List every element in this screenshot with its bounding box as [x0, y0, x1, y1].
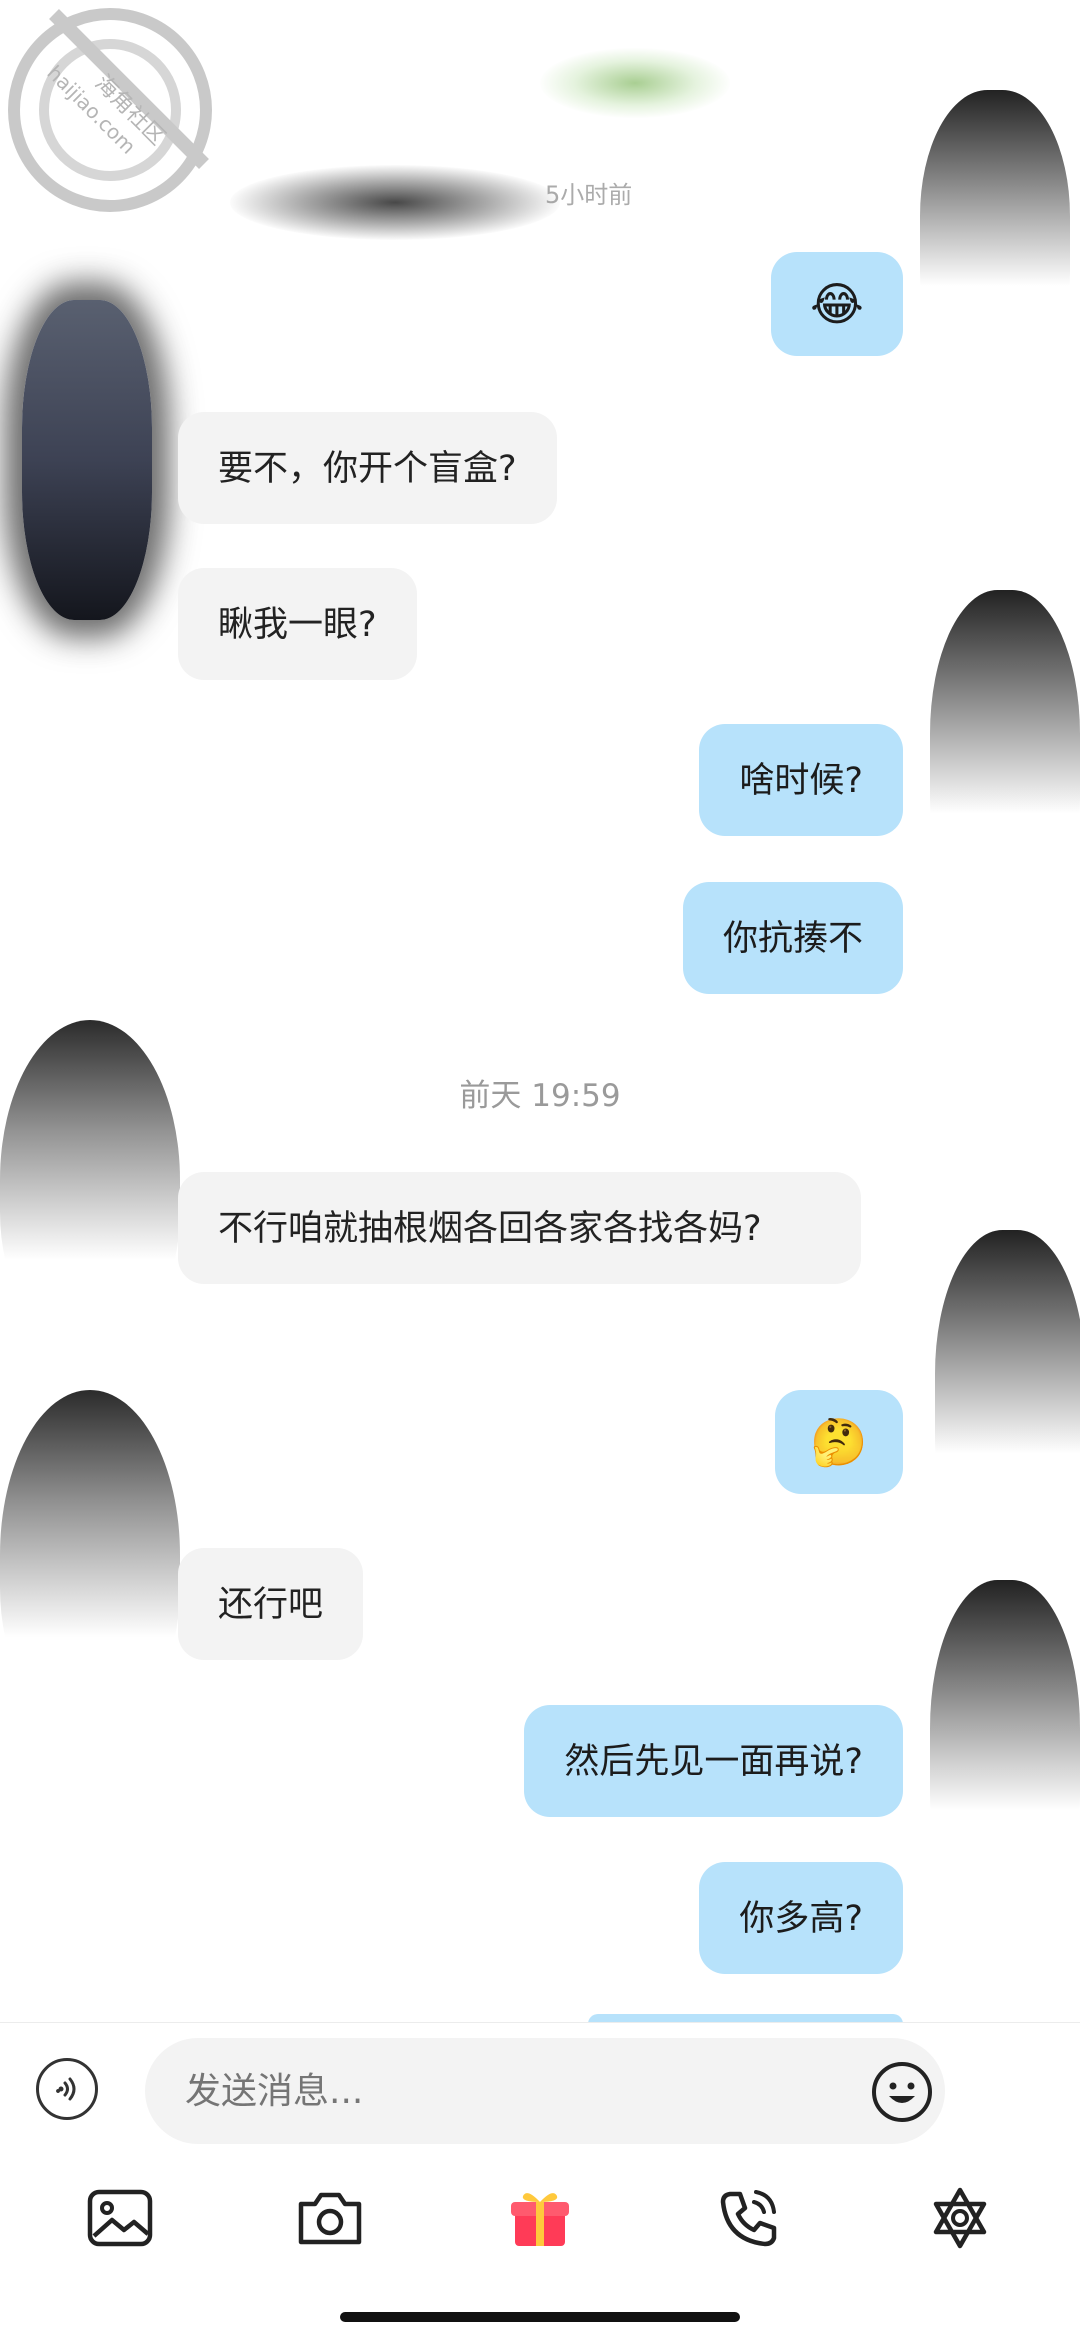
message-bubble-incoming[interactable]: 不行咱就抽根烟各回各家各找各妈? — [178, 1172, 861, 1284]
message-text: 不行咱就抽根烟各回各家各找各妈? — [218, 1209, 762, 1249]
message-text: 瞅我一眼? — [218, 605, 377, 645]
phone-call-icon[interactable] — [710, 2180, 786, 2256]
home-indicator[interactable] — [340, 2312, 740, 2322]
emoji-face-icon[interactable] — [870, 2060, 934, 2124]
message-text: 你多高? — [739, 1899, 863, 1939]
message-text: 然后先见一面再说? — [564, 1742, 863, 1782]
face-with-tears-of-joy-emoji: 😂 — [810, 277, 864, 331]
blurred-preview — [230, 165, 560, 240]
message-bubble-outgoing[interactable]: 啥时候? — [699, 724, 903, 836]
avatar-obscured — [0, 1390, 180, 1720]
message-bubble-outgoing[interactable]: 然后先见一面再说? — [524, 1705, 903, 1817]
blurred-header — [540, 48, 730, 118]
image-icon[interactable] — [82, 2180, 158, 2256]
avatar-obscured — [0, 1020, 180, 1340]
message-bubble-outgoing[interactable]: 你抗揍不 — [682, 882, 903, 994]
divider — [0, 2022, 1080, 2023]
message-text: 还行吧 — [218, 1585, 324, 1625]
avatar-obscured — [930, 590, 1080, 910]
voice-icon[interactable] — [36, 2058, 98, 2120]
watermark-logo: 海角社区 haijiao.com — [4, 4, 216, 216]
blurred-preview-text: 5小时前 — [545, 181, 633, 209]
avatar-obscured — [935, 1230, 1080, 1550]
message-bubble-incoming[interactable]: 还行吧 — [178, 1548, 364, 1660]
avatar-obscured — [22, 300, 152, 620]
message-bubble-outgoing[interactable]: 你多高? — [699, 1862, 903, 1974]
gift-icon[interactable] — [502, 2180, 578, 2256]
avatar-obscured — [930, 1580, 1080, 1910]
message-input[interactable] — [145, 2038, 945, 2144]
message-bubble-incoming[interactable]: 要不，你开个盲盒? — [178, 412, 557, 524]
thinking-face-emoji: 🤔 — [810, 1415, 868, 1469]
camera-icon[interactable] — [292, 2180, 368, 2256]
message-text: 要不，你开个盲盒? — [218, 449, 517, 489]
avatar-obscured — [920, 90, 1070, 370]
star-of-david-icon[interactable] — [922, 2180, 998, 2256]
message-text: 啥时候? — [739, 761, 863, 801]
message-bubble-outgoing[interactable]: 😂 — [771, 252, 903, 356]
message-bubble-outgoing[interactable]: 🤔 — [775, 1390, 903, 1494]
message-bubble-incoming[interactable]: 瞅我一眼? — [178, 568, 417, 680]
message-timestamp: 前天 19:59 — [459, 1078, 621, 1114]
message-text: 你抗揍不 — [722, 919, 863, 959]
